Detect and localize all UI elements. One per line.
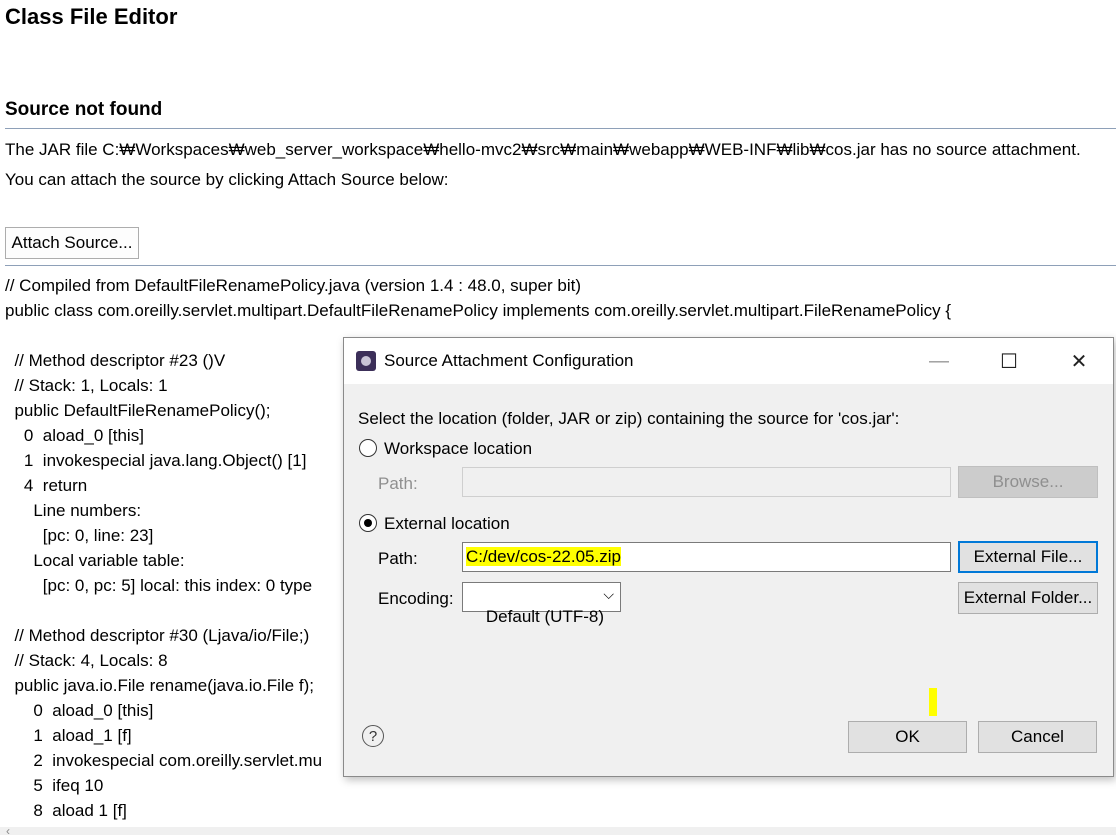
horizontal-scrollbar[interactable]: ‹	[0, 824, 1116, 838]
code-line: // Method descriptor #30 (Ljava/io/File;…	[5, 626, 310, 645]
workspace-location-label[interactable]: Workspace location	[384, 439, 532, 459]
browse-button: Browse...	[958, 466, 1098, 498]
workspace-path-field	[462, 467, 951, 497]
code-line: Local variable table:	[5, 551, 185, 570]
ok-button[interactable]: OK	[848, 721, 967, 753]
code-line: [pc: 0, line: 23]	[5, 526, 154, 545]
editor-title: Class File Editor	[5, 4, 178, 29]
scroll-left-icon[interactable]: ‹	[6, 824, 10, 838]
code-line: public class com.oreilly.servlet.multipa…	[5, 301, 952, 320]
code-line: 4 return	[5, 476, 88, 495]
external-location-radio[interactable]	[359, 514, 377, 532]
minimize-icon[interactable]: —	[904, 338, 974, 384]
source-attachment-dialog: Source Attachment Configuration — ☐ ✕ Se…	[343, 337, 1114, 777]
code-line: // Stack: 1, Locals: 1	[5, 376, 168, 395]
dialog-titlebar[interactable]: Source Attachment Configuration — ☐ ✕	[344, 338, 1113, 384]
code-line: 2 invokespecial com.oreilly.servlet.mu	[5, 751, 323, 770]
yellow-marker	[929, 688, 937, 716]
external-location-label[interactable]: External location	[384, 514, 510, 534]
message-line-2: You can attach the source by clicking At…	[5, 170, 449, 189]
external-path-input[interactable]: C:/dev/cos-22.05.zip	[462, 542, 951, 572]
section-title: Source not found	[5, 99, 163, 120]
encoding-value: Default (UTF-8)	[485, 607, 604, 626]
code-line: // Stack: 4, Locals: 8	[5, 651, 168, 670]
cancel-button[interactable]: Cancel	[978, 721, 1097, 753]
external-file-button[interactable]: External File...	[958, 541, 1098, 573]
encoding-select[interactable]: Default (UTF-8) ⌵	[462, 582, 621, 626]
external-path-label: Path:	[378, 549, 418, 568]
attach-source-button[interactable]: Attach Source...	[5, 227, 139, 259]
code-line: // Method descriptor #23 ()V	[5, 351, 226, 370]
message-line-1: The JAR file C:₩Workspaces₩web_server_wo…	[5, 140, 1081, 159]
code-line: 1 aload_1 [f]	[5, 726, 132, 745]
eclipse-app-icon	[356, 351, 376, 371]
dialog-title: Source Attachment Configuration	[384, 351, 634, 370]
code-line: 5 ifeq 10	[5, 776, 104, 795]
help-icon[interactable]: ?	[362, 725, 384, 747]
encoding-label: Encoding:	[378, 589, 454, 608]
code-line: 0 aload_0 [this]	[5, 701, 154, 720]
external-folder-button[interactable]: External Folder...	[958, 582, 1098, 614]
section-divider	[5, 128, 1116, 129]
dialog-prompt: Select the location (folder, JAR or zip)…	[358, 409, 900, 428]
workspace-location-radio[interactable]	[359, 439, 377, 457]
external-path-value: C:/dev/cos-22.05.zip	[466, 547, 621, 566]
code-line: // Compiled from DefaultFileRenamePolicy…	[5, 276, 582, 295]
workspace-path-label: Path:	[378, 474, 418, 493]
chevron-down-icon: ⌵	[603, 586, 614, 602]
code-line: public java.io.File rename(java.io.File …	[5, 676, 314, 695]
code-divider	[5, 265, 1116, 266]
code-line: 1 invokespecial java.lang.Object() [1]	[5, 451, 307, 470]
code-line: 8 aload 1 [f]	[5, 801, 127, 820]
code-line: 0 aload_0 [this]	[5, 426, 144, 445]
close-icon[interactable]: ✕	[1044, 338, 1114, 384]
code-line: [pc: 0, pc: 5] local: this index: 0 type	[5, 576, 313, 595]
code-line: Line numbers:	[5, 501, 142, 520]
code-line: public DefaultFileRenamePolicy();	[5, 401, 271, 420]
maximize-icon[interactable]: ☐	[974, 338, 1044, 384]
